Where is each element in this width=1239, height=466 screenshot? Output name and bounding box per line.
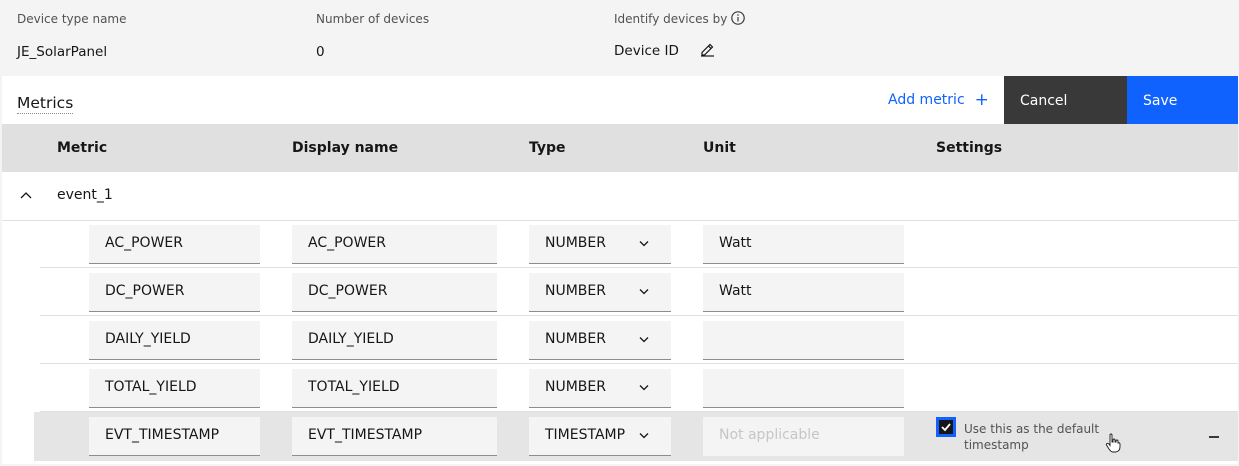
unit-input[interactable]: Watt	[703, 273, 904, 312]
display-name-input[interactable]: DAILY_YIELD	[292, 321, 497, 360]
table-row: AC_POWER AC_POWER NUMBER Watt	[40, 220, 1238, 268]
metric-field[interactable]: EVT_TIMESTAMP	[89, 417, 260, 456]
chevron-down-icon	[639, 289, 649, 295]
type-dropdown[interactable]: TIMESTAMP	[529, 417, 671, 456]
add-metric-label: Add metric	[888, 92, 965, 108]
table-header: Metric Display name Type Unit Settings	[2, 124, 1238, 172]
type-value: NUMBER	[545, 235, 606, 251]
metrics-title: Metrics	[17, 94, 74, 114]
metric-field[interactable]: DC_POWER	[89, 273, 260, 312]
column-header-type: Type	[529, 140, 566, 156]
group-name: event_1	[57, 187, 113, 203]
unit-input-disabled: Not applicable	[703, 417, 904, 456]
cancel-button[interactable]: Cancel	[1004, 76, 1127, 124]
metric-field[interactable]: AC_POWER	[89, 225, 260, 264]
hand-cursor-icon	[1105, 433, 1121, 453]
column-header-unit: Unit	[703, 140, 736, 156]
type-dropdown[interactable]: NUMBER	[529, 369, 671, 408]
column-header-metric: Metric	[57, 140, 108, 156]
column-header-settings: Settings	[936, 140, 1003, 156]
type-value: NUMBER	[545, 331, 606, 347]
display-name-input[interactable]: AC_POWER	[292, 225, 497, 264]
default-timestamp-checkbox[interactable]	[936, 417, 956, 437]
subtract-icon[interactable]	[1209, 436, 1219, 438]
identify-devices-label: Identify devices by	[614, 12, 728, 26]
plus-icon: +	[974, 90, 989, 110]
identify-devices-value: Device ID	[614, 43, 679, 59]
table-row: EVT_TIMESTAMP EVT_TIMESTAMP TIMESTAMP No…	[34, 412, 1238, 461]
table-row: DAILY_YIELD DAILY_YIELD NUMBER	[40, 316, 1238, 364]
display-name-input[interactable]: TOTAL_YIELD	[292, 369, 497, 408]
info-icon[interactable]	[731, 11, 745, 25]
table-row: DC_POWER DC_POWER NUMBER Watt	[40, 268, 1238, 316]
type-value: NUMBER	[545, 283, 606, 299]
add-metric-button[interactable]: Add metric +	[888, 90, 989, 110]
type-dropdown[interactable]: NUMBER	[529, 273, 671, 312]
chevron-down-icon	[639, 433, 649, 439]
device-type-name-label: Device type name	[17, 12, 127, 26]
edit-icon[interactable]	[700, 42, 715, 57]
chevron-down-icon	[639, 337, 649, 343]
metric-field[interactable]: DAILY_YIELD	[89, 321, 260, 360]
group-row-event: event_1	[2, 172, 1238, 221]
device-type-name-value: JE_SolarPanel	[17, 44, 108, 60]
save-button[interactable]: Save	[1127, 76, 1238, 124]
type-dropdown[interactable]: NUMBER	[529, 225, 671, 264]
column-header-display-name: Display name	[292, 140, 399, 156]
checkmark-icon	[941, 423, 951, 432]
default-timestamp-label: Use this as the default timestamp	[964, 422, 1100, 452]
number-of-devices-label: Number of devices	[316, 12, 430, 26]
metric-field[interactable]: TOTAL_YIELD	[89, 369, 260, 408]
chevron-down-icon	[639, 241, 649, 247]
type-value: NUMBER	[545, 379, 606, 395]
unit-input[interactable]	[703, 369, 904, 408]
number-of-devices-value: 0	[316, 44, 325, 60]
unit-input[interactable]	[703, 321, 904, 360]
type-value: TIMESTAMP	[545, 427, 626, 443]
table-row: TOTAL_YIELD TOTAL_YIELD NUMBER	[40, 364, 1238, 412]
type-dropdown[interactable]: NUMBER	[529, 321, 671, 360]
unit-input[interactable]: Watt	[703, 225, 904, 264]
display-name-input[interactable]: EVT_TIMESTAMP	[292, 417, 497, 456]
chevron-down-icon	[639, 385, 649, 391]
chevron-up-icon[interactable]	[20, 191, 32, 199]
display-name-input[interactable]: DC_POWER	[292, 273, 497, 312]
metrics-panel: Metrics Add metric + Cancel Save Metric …	[2, 76, 1238, 464]
